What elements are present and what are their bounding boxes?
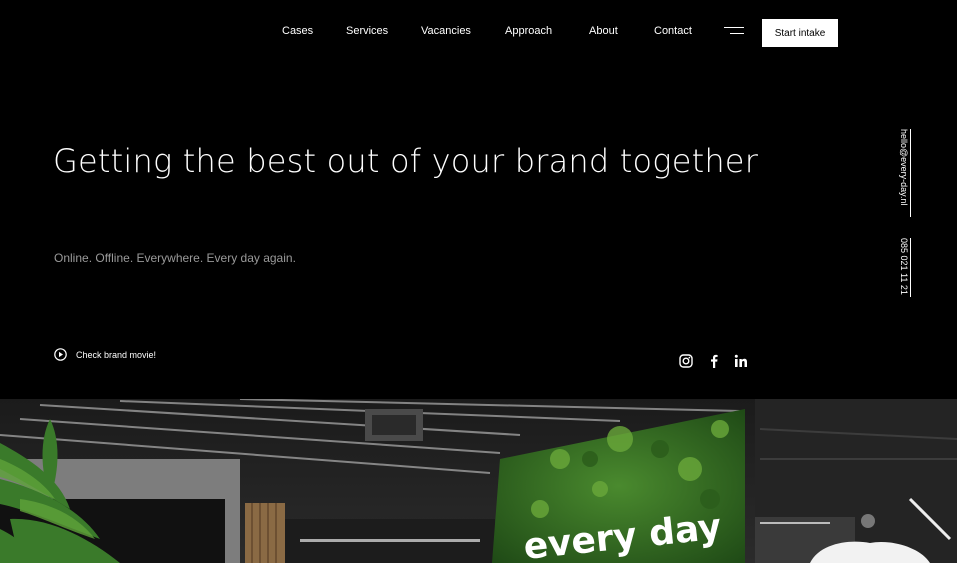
brand-movie-label: Check brand movie! (76, 349, 157, 360)
nav-about[interactable]: About (589, 25, 618, 37)
linkedin-icon[interactable] (733, 353, 749, 369)
nav-approach[interactable]: Approach (505, 25, 552, 37)
nav-vacancies[interactable]: Vacancies (421, 25, 471, 37)
nav-contact[interactable]: Contact (654, 25, 692, 37)
hero-tagline: Online. Offline. Everywhere. Every day a… (54, 251, 296, 265)
facebook-icon[interactable] (706, 353, 722, 369)
phone-underline (910, 238, 911, 297)
hero-headline: Getting the best out of your brand toget… (53, 142, 759, 180)
phone-link[interactable]: 085 021 11 21 (899, 238, 909, 295)
hamburger-icon[interactable] (724, 27, 744, 37)
nav-services[interactable]: Services (346, 25, 388, 37)
email-underline (910, 129, 911, 217)
brand-movie-link[interactable]: Check brand movie! (54, 348, 156, 361)
main-nav: Cases Services Vacancies Approach About … (0, 0, 957, 64)
play-icon (54, 348, 67, 361)
instagram-icon[interactable] (678, 353, 694, 369)
nav-cases[interactable]: Cases (282, 25, 313, 37)
office-photo: every day (0, 399, 957, 563)
start-intake-button[interactable]: Start intake (762, 19, 838, 47)
email-link[interactable]: hello@every-day.nl (899, 129, 909, 206)
